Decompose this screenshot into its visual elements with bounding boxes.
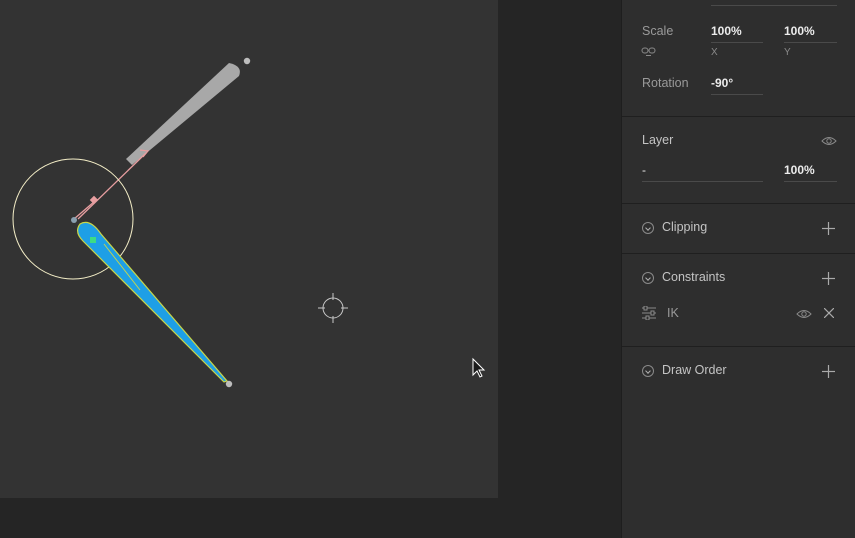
scale-y-underline xyxy=(784,42,837,43)
scale-y-axis-label: Y xyxy=(784,47,791,58)
upper-shape[interactable] xyxy=(126,63,240,165)
divider xyxy=(622,203,855,204)
divider xyxy=(622,253,855,254)
bone-joint-handle[interactable] xyxy=(89,195,99,205)
clipping-section-title[interactable]: Clipping xyxy=(662,220,707,234)
add-clipping-plus-icon[interactable] xyxy=(822,222,835,235)
blend-mode-select[interactable]: - xyxy=(642,163,646,177)
rotation-underline xyxy=(711,94,763,95)
stage-overlay[interactable] xyxy=(0,0,621,538)
scale-x-underline xyxy=(711,42,763,43)
draw-order-section-title[interactable]: Draw Order xyxy=(662,363,727,377)
add-constraint-plus-icon[interactable] xyxy=(822,272,835,285)
layer-visibility-eye-icon[interactable] xyxy=(821,135,837,147)
mesh-tip-handle[interactable] xyxy=(225,380,233,388)
scale-x-field[interactable]: 100% xyxy=(711,24,742,38)
top-field-underline xyxy=(711,5,837,6)
clipping-chevron-icon[interactable] xyxy=(642,222,654,234)
blend-mode-underline xyxy=(642,181,763,182)
upper-shape-tip-handle[interactable] xyxy=(243,57,251,65)
constraints-section-title[interactable]: Constraints xyxy=(662,270,725,284)
scale-label: Scale xyxy=(642,24,674,38)
mouse-cursor-icon xyxy=(472,357,486,378)
draw-order-chevron-icon[interactable] xyxy=(642,365,654,377)
constraint-settings-sliders-icon[interactable] xyxy=(641,306,657,320)
rotation-label: Rotation xyxy=(642,76,689,90)
ik-root-handle[interactable] xyxy=(71,217,77,223)
scale-y-field[interactable]: 100% xyxy=(784,24,815,38)
rotation-field[interactable]: -90° xyxy=(711,76,733,90)
ik-constraint-label[interactable]: IK xyxy=(667,306,679,320)
bone-line-side[interactable] xyxy=(73,200,96,220)
opacity-underline xyxy=(784,181,837,182)
add-draw-order-plus-icon[interactable] xyxy=(822,365,835,378)
layer-opacity-field[interactable]: 100% xyxy=(784,163,815,177)
properties-panel: Scale 100% 100% X Y Rotation -90° Layer … xyxy=(621,0,855,538)
canvas-area[interactable] xyxy=(0,0,621,538)
remove-constraint-close-icon[interactable] xyxy=(824,308,834,318)
scale-x-axis-label: X xyxy=(711,47,718,58)
mesh-vertex-green[interactable] xyxy=(90,237,96,243)
link-scale-icon[interactable] xyxy=(641,45,657,57)
divider xyxy=(622,116,855,117)
bone-line-upper[interactable] xyxy=(77,152,147,220)
selected-mesh[interactable] xyxy=(77,221,229,383)
layer-label: Layer xyxy=(642,133,674,147)
ik-visibility-eye-icon[interactable] xyxy=(796,308,812,320)
divider xyxy=(622,346,855,347)
crosshair-target-icon[interactable] xyxy=(318,293,348,323)
constraints-chevron-icon[interactable] xyxy=(642,272,654,284)
